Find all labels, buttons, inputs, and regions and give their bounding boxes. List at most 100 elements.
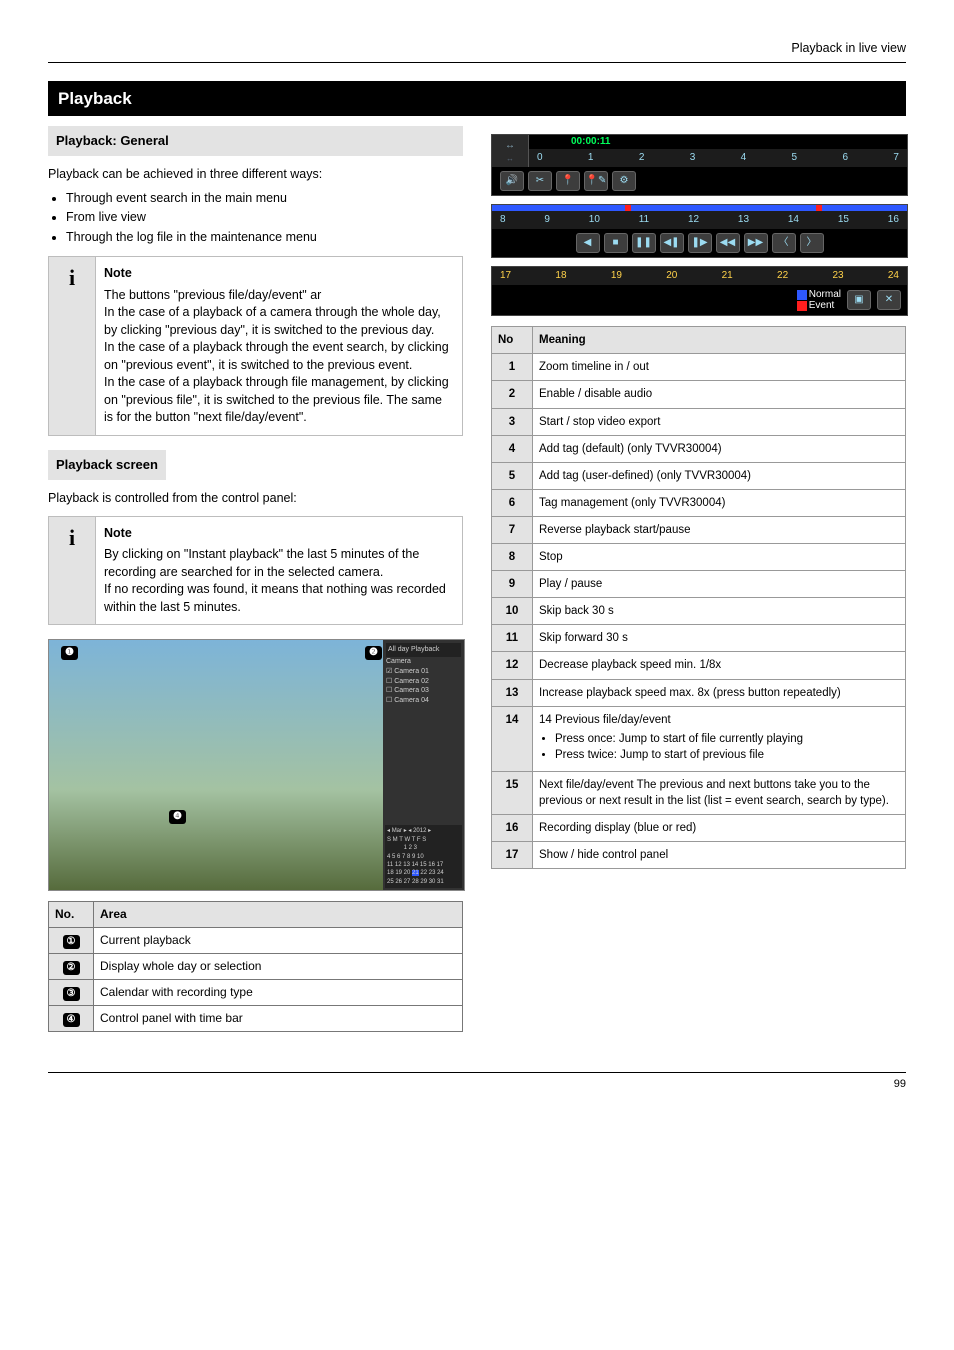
tag-manage-button[interactable]: ⚙ (612, 171, 636, 191)
row-text: Recording display (blue or red) (533, 815, 906, 842)
legend-normal: Normal (797, 289, 841, 300)
legend-text: Current playback (94, 927, 463, 953)
camera-label: Camera (386, 657, 461, 667)
table-head-mean: Meaning (533, 327, 906, 354)
row-no: 7 (492, 516, 533, 543)
sub-heading-screen: Playback screen (48, 450, 166, 480)
row-no: 3 (492, 408, 533, 435)
skip-fwd-button[interactable]: ❚▶ (688, 233, 712, 253)
page-header: Playback in live view (48, 40, 906, 63)
note-text: In the case of a playback of a camera th… (104, 304, 454, 339)
tag-default-button[interactable]: 📍 (556, 171, 580, 191)
legend-badge: ④ (63, 1013, 80, 1027)
sub-heading-general: Playback: General (48, 126, 463, 156)
legend-table: No. Area ①Current playback ②Display whol… (48, 901, 463, 1032)
legend-badge: ② (63, 961, 80, 975)
close-button[interactable]: ✕ (877, 290, 901, 310)
ways-list: Through event search in the main menu Fr… (66, 190, 463, 247)
stop-button[interactable]: ■ (604, 233, 628, 253)
reverse-play-button[interactable]: ◀ (576, 233, 600, 253)
table-head-no: No (492, 327, 533, 354)
note-title: Note (104, 265, 454, 283)
row-text: Skip forward 30 s (533, 625, 906, 652)
row-no: 14 (492, 706, 533, 771)
sidebar-title: All day Playback (386, 643, 461, 657)
camera-item: ☑ Camera 01 (386, 667, 461, 677)
row-text: Show / hide control panel (533, 842, 906, 869)
row-text: Skip back 30 s (533, 598, 906, 625)
control-bar-1: ↔ ↔ 00:00:11 01234567 🔊 ✂ 📍 📍✎ ⚙ (491, 134, 908, 196)
zoom-icon[interactable]: ↔ (506, 153, 514, 164)
camera-item: ☐ Camera 03 (386, 686, 461, 696)
intro-text: Playback can be achieved in three differ… (48, 166, 463, 184)
ruler-8-16[interactable]: 8910111213141516 (492, 211, 907, 229)
row-text: Enable / disable audio (533, 381, 906, 408)
zoom-icon[interactable]: ↔ (505, 139, 515, 153)
legend-head-area: Area (94, 902, 463, 928)
note-text: In the case of a playback through file m… (104, 374, 454, 427)
row-text: Play / pause (533, 571, 906, 598)
note-text: The buttons "previous file/day/event" ar (104, 287, 454, 305)
prev-item-button[interactable]: 〈 (772, 233, 796, 253)
row-no: 13 (492, 679, 533, 706)
note-text: If no recording was found, it means that… (104, 581, 454, 616)
control-bar-2: 8910111213141516 ◀ ■ ❚❚ ◀❚ ❚▶ ◀◀ ▶▶ 〈 〉 (491, 204, 908, 258)
callout-badge-4: ❹ (169, 810, 186, 824)
legend-text: Control panel with time bar (94, 1005, 463, 1031)
right-column: ↔ ↔ 00:00:11 01234567 🔊 ✂ 📍 📍✎ ⚙ (491, 126, 906, 1032)
row-text: Stop (533, 544, 906, 571)
next-item-button[interactable]: 〉 (800, 233, 824, 253)
row-no: 11 (492, 625, 533, 652)
speed-down-button[interactable]: ◀◀ (716, 233, 740, 253)
row-no: 4 (492, 435, 533, 462)
controls-meaning-table: No Meaning 1Zoom timeline in / out2Enabl… (491, 326, 906, 869)
camera-item: ☐ Camera 02 (386, 677, 461, 687)
speed-up-button[interactable]: ▶▶ (744, 233, 768, 253)
row-no: 9 (492, 571, 533, 598)
ruler-17-24[interactable]: 1718192021222324 (492, 267, 907, 285)
row-no: 12 (492, 652, 533, 679)
ruler-0-7[interactable]: 01234567 (529, 149, 907, 167)
row-text: Next file/day/event The previous and nex… (533, 771, 906, 814)
row-no: 5 (492, 462, 533, 489)
row-text: Add tag (default) (only TVVR30004) (533, 435, 906, 462)
note-text: In the case of a playback through the ev… (104, 339, 454, 374)
row-no: 6 (492, 489, 533, 516)
skip-back-button[interactable]: ◀❚ (660, 233, 684, 253)
row-text: Add tag (user-defined) (only TVVR30004) (533, 462, 906, 489)
callout-badge-2: ❷ (365, 646, 382, 660)
row-text: Reverse playback start/pause (533, 516, 906, 543)
row-text: Start / stop video export (533, 408, 906, 435)
left-column: Playback: General Playback can be achiev… (48, 126, 463, 1032)
row-no: 8 (492, 544, 533, 571)
page-footer: 99 (48, 1072, 906, 1092)
row-text: 14 Previous file/day/eventPress once: Ju… (533, 706, 906, 771)
note-box-1: i Note The buttons "previous file/day/ev… (48, 256, 463, 436)
timecode: 00:00:11 (529, 135, 907, 149)
screenshot-sidebar: All day Playback Camera ☑ Camera 01 ☐ Ca… (383, 640, 464, 890)
legend-badge: ① (63, 935, 80, 949)
audio-toggle-button[interactable]: 🔊 (500, 171, 524, 191)
hide-panel-button[interactable]: ▣ (847, 290, 871, 310)
play-pause-button[interactable]: ❚❚ (632, 233, 656, 253)
row-no: 10 (492, 598, 533, 625)
note-text: By clicking on "Instant playback" the la… (104, 546, 454, 581)
callout-badge-1: ❶ (61, 646, 78, 660)
row-text: Decrease playback speed min. 1/8x (533, 652, 906, 679)
section-title: Playback (48, 81, 906, 117)
list-item: Through event search in the main menu (66, 190, 463, 208)
calendar-mini: ◂ Mar ▸ ◂ 2012 ▸ S M T W T F S 1 2 3 4 5… (385, 825, 462, 888)
row-no: 2 (492, 381, 533, 408)
row-text: Zoom timeline in / out (533, 354, 906, 381)
list-item: Through the log file in the maintenance … (66, 229, 463, 247)
list-item: From live view (66, 209, 463, 227)
tag-custom-button[interactable]: 📍✎ (584, 171, 608, 191)
note-title: Note (104, 525, 454, 543)
legend-event: Event (797, 300, 841, 311)
legend-text: Display whole day or selection (94, 953, 463, 979)
control-bar-3: 1718192021222324 Normal Event ▣ ✕ (491, 266, 908, 316)
camera-item: ☐ Camera 04 (386, 696, 461, 706)
clip-export-button[interactable]: ✂ (528, 171, 552, 191)
legend-badge: ③ (63, 987, 80, 1001)
row-text: Increase playback speed max. 8x (press b… (533, 679, 906, 706)
